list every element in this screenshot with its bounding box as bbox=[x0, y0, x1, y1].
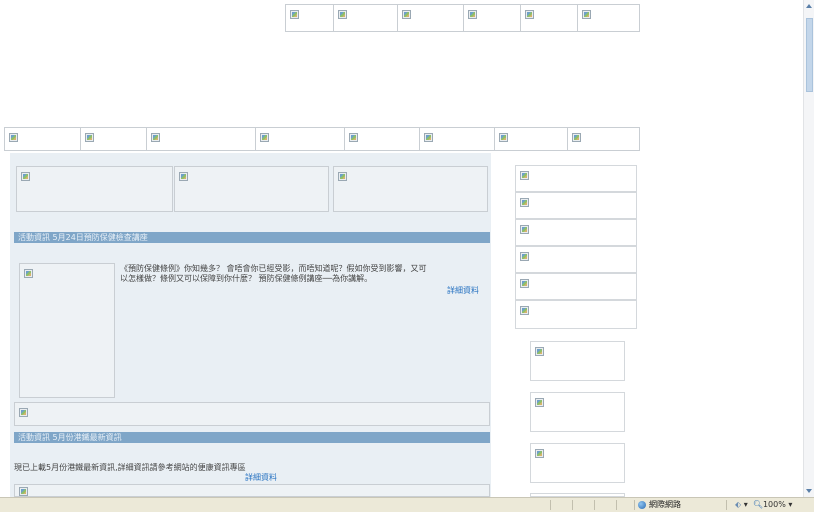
top-nav-image-5[interactable] bbox=[520, 4, 578, 32]
status-divider bbox=[572, 500, 573, 510]
sidebar-banner-3[interactable] bbox=[530, 443, 625, 483]
broken-image-icon bbox=[535, 398, 544, 407]
security-zone[interactable]: 網際網路 bbox=[638, 498, 681, 512]
broken-image-icon bbox=[520, 252, 529, 261]
broken-image-icon bbox=[260, 133, 269, 142]
menu-image-5[interactable] bbox=[344, 127, 420, 151]
broken-image-icon bbox=[290, 10, 299, 19]
broken-image-icon bbox=[338, 172, 347, 181]
sidebar-image-1[interactable] bbox=[515, 165, 637, 192]
sidebar-banner-1[interactable] bbox=[530, 341, 625, 381]
broken-image-icon bbox=[402, 10, 411, 19]
zoom-dropdown-icon[interactable]: ▾ bbox=[788, 500, 792, 509]
broken-image-icon bbox=[535, 347, 544, 356]
protected-mode-icon[interactable]: ⬖ bbox=[735, 500, 741, 509]
broken-image-icon bbox=[24, 269, 33, 278]
top-nav-image-4[interactable] bbox=[463, 4, 521, 32]
menu-image-6[interactable] bbox=[419, 127, 495, 151]
broken-image-icon bbox=[468, 10, 477, 19]
broken-image-icon bbox=[9, 133, 18, 142]
sidebar-image-6[interactable] bbox=[515, 300, 637, 329]
top-nav-image-3[interactable] bbox=[397, 4, 464, 32]
scroll-up-icon[interactable] bbox=[806, 4, 812, 8]
menu-image-1[interactable] bbox=[4, 127, 81, 151]
banner-image-1[interactable] bbox=[16, 166, 173, 212]
dropdown-arrow-icon: ▾ bbox=[743, 500, 748, 509]
scroll-thumb[interactable] bbox=[806, 18, 813, 92]
status-divider bbox=[616, 500, 617, 510]
broken-image-icon bbox=[520, 279, 529, 288]
sidebar-banner-2[interactable] bbox=[530, 392, 625, 432]
section-heading-events: 活動資訊 5月24日預防保健檢查講座 bbox=[14, 232, 490, 243]
broken-image-icon bbox=[572, 133, 581, 142]
broken-image-icon bbox=[19, 408, 28, 417]
broken-image-icon bbox=[535, 449, 544, 458]
status-divider bbox=[550, 500, 551, 510]
sidebar-image-2[interactable] bbox=[515, 192, 637, 219]
scroll-down-icon[interactable] bbox=[806, 489, 812, 493]
menu-image-4[interactable] bbox=[255, 127, 345, 151]
vertical-scrollbar[interactable] bbox=[803, 0, 814, 497]
news-text: 現已上載5月份港鐵最新資訊,詳細資訊請參考網站的便康資訊專區 bbox=[14, 463, 246, 472]
article-thumbnail[interactable] bbox=[19, 263, 115, 398]
status-divider bbox=[634, 500, 635, 510]
broken-image-icon bbox=[21, 172, 30, 181]
bottom-image bbox=[14, 484, 490, 497]
sidebar-image-5[interactable] bbox=[515, 273, 637, 300]
top-nav-image-6[interactable] bbox=[577, 4, 640, 32]
zone-label: 網際網路 bbox=[649, 500, 681, 509]
article-more-link[interactable]: 詳細資料 bbox=[447, 285, 479, 296]
broken-image-icon bbox=[338, 10, 347, 19]
banner-image-2[interactable] bbox=[174, 166, 329, 212]
broken-image-icon bbox=[19, 487, 28, 496]
broken-image-icon bbox=[179, 172, 188, 181]
globe-icon bbox=[638, 500, 646, 509]
zoom-level: 100% bbox=[762, 500, 786, 509]
broken-image-icon bbox=[151, 133, 160, 142]
sidebar-image-3[interactable] bbox=[515, 219, 637, 246]
broken-image-icon bbox=[525, 10, 534, 19]
menu-image-2[interactable] bbox=[80, 127, 147, 151]
broken-image-icon bbox=[499, 133, 508, 142]
sidebar-image-4[interactable] bbox=[515, 246, 637, 273]
news-more-link[interactable]: 詳細資料 bbox=[245, 472, 277, 483]
broken-image-icon bbox=[424, 133, 433, 142]
section-heading-news: 活動資訊 5月份港鐵最新資訊 bbox=[14, 432, 490, 443]
zoom-magnifier-icon: 🔍︎ bbox=[752, 500, 763, 509]
broken-image-icon bbox=[520, 171, 529, 180]
divider-image bbox=[14, 402, 490, 426]
broken-image-icon bbox=[582, 10, 591, 19]
broken-image-icon bbox=[520, 225, 529, 234]
top-nav-image-2[interactable] bbox=[333, 4, 398, 32]
browser-status-bar: 網際網路 ⬖ ▾ 🔍︎100% ▾ bbox=[0, 497, 814, 512]
article-text-line-2: 以怎樣做？條例又可以保障到你什麼？ 預防保健條例講座──為你講解。 bbox=[120, 274, 373, 283]
zoom-control[interactable]: ⬖ ▾ 🔍︎100% ▾ bbox=[735, 498, 792, 512]
menu-image-8[interactable] bbox=[567, 127, 640, 151]
broken-image-icon bbox=[520, 306, 529, 315]
top-nav-image-1[interactable] bbox=[285, 4, 334, 32]
broken-image-icon bbox=[349, 133, 358, 142]
broken-image-icon bbox=[520, 198, 529, 207]
status-divider bbox=[726, 500, 727, 510]
broken-image-icon bbox=[85, 133, 94, 142]
menu-image-3[interactable] bbox=[146, 127, 256, 151]
banner-image-3[interactable] bbox=[333, 166, 488, 212]
menu-image-7[interactable] bbox=[494, 127, 568, 151]
status-divider bbox=[594, 500, 595, 510]
